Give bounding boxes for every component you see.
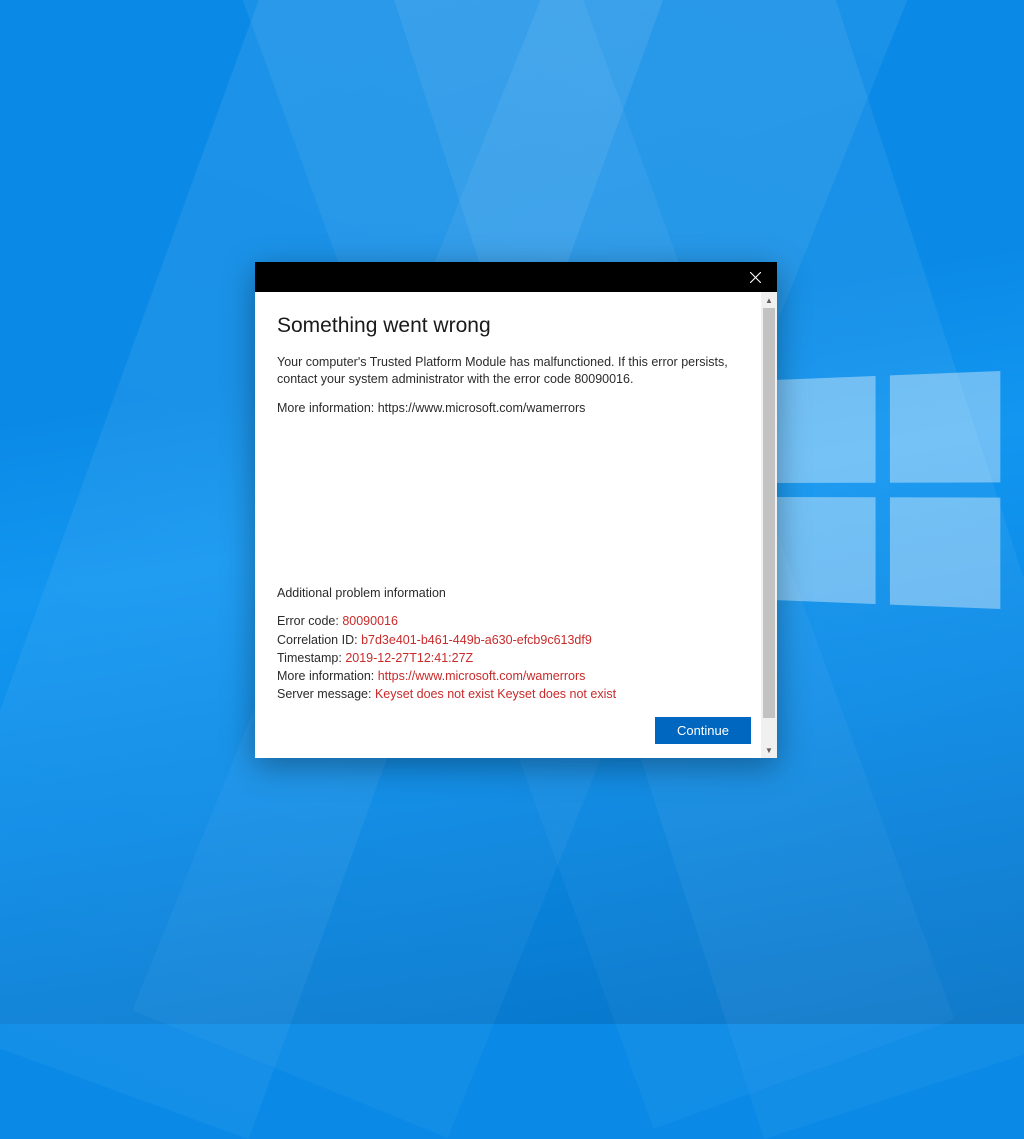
correlation-id-label: Correlation ID: <box>277 633 361 647</box>
server-message-label: Server message: <box>277 687 375 701</box>
error-dialog: Something went wrong Your computer's Tru… <box>255 262 777 758</box>
vertical-scrollbar[interactable]: ▲ ▼ <box>761 292 777 758</box>
more-info-label: More information: <box>277 669 378 683</box>
more-info-row: More information: https://www.microsoft.… <box>277 667 751 685</box>
additional-info-title: Additional problem information <box>277 586 751 600</box>
timestamp-value: 2019-12-27T12:41:27Z <box>345 651 473 665</box>
windows-logo <box>774 371 1000 609</box>
more-info-value: https://www.microsoft.com/wamerrors <box>378 669 586 683</box>
error-code-value: 80090016 <box>342 614 398 628</box>
scroll-down-arrow-icon[interactable]: ▼ <box>761 742 777 758</box>
timestamp-row: Timestamp: 2019-12-27T12:41:27Z <box>277 649 751 667</box>
correlation-id-value: b7d3e401-b461-449b-a630-efcb9c613df9 <box>361 633 592 647</box>
error-code-label: Error code: <box>277 614 342 628</box>
dialog-content: Something went wrong Your computer's Tru… <box>255 292 761 758</box>
dialog-more-info-text: More information: https://www.microsoft.… <box>277 400 751 417</box>
dialog-titlebar <box>255 262 777 292</box>
dialog-heading: Something went wrong <box>277 314 751 338</box>
continue-button[interactable]: Continue <box>655 717 751 744</box>
dialog-button-row: Continue <box>277 717 751 744</box>
scroll-up-arrow-icon[interactable]: ▲ <box>761 292 777 308</box>
scrollbar-thumb[interactable] <box>763 308 775 718</box>
error-code-row: Error code: 80090016 <box>277 612 751 630</box>
correlation-id-row: Correlation ID: b7d3e401-b461-449b-a630-… <box>277 631 751 649</box>
close-icon <box>750 272 761 283</box>
server-message-row: Server message: Keyset does not exist Ke… <box>277 685 751 703</box>
timestamp-label: Timestamp: <box>277 651 345 665</box>
dialog-body-text: Your computer's Trusted Platform Module … <box>277 354 751 388</box>
close-button[interactable] <box>733 262 777 292</box>
server-message-value: Keyset does not exist Keyset does not ex… <box>375 687 616 701</box>
